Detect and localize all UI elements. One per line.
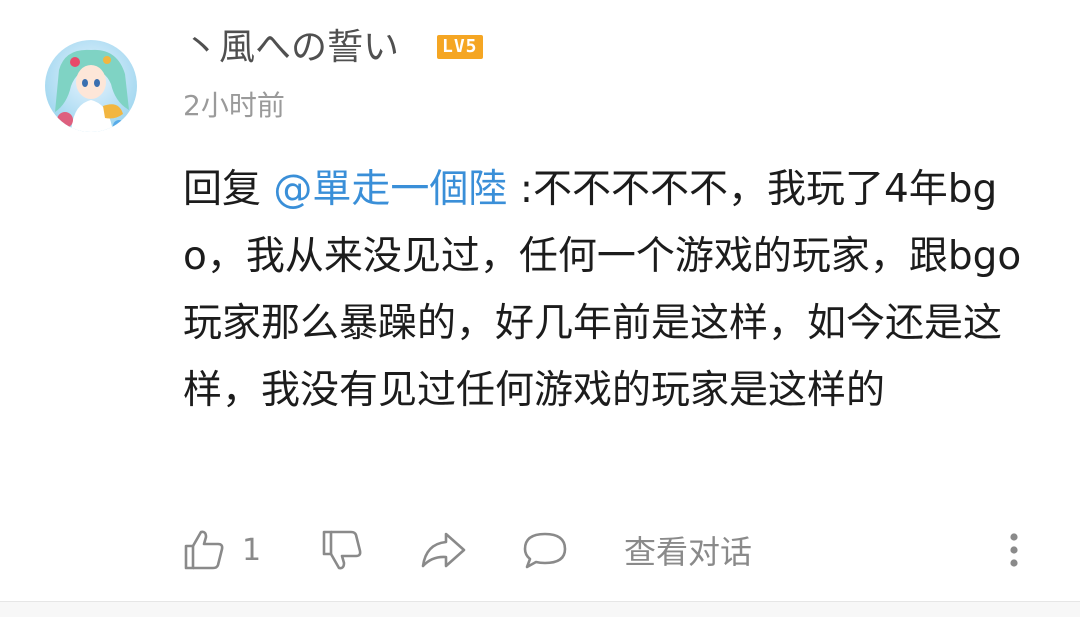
level-badge: LV5 (437, 35, 483, 59)
reply-button[interactable] (520, 520, 570, 580)
username[interactable]: 丶風への誓い (183, 26, 399, 70)
share-button[interactable] (418, 520, 468, 580)
like-count: 1 (242, 532, 262, 568)
share-icon (418, 526, 468, 574)
like-button[interactable]: 1 (180, 520, 261, 580)
dislike-button[interactable] (318, 520, 366, 580)
avatar-image (45, 40, 137, 132)
view-conversation-label: 查看对话 (624, 533, 753, 571)
more-options-button[interactable] (1000, 520, 1028, 580)
mention-link[interactable]: @單走一個陸 (273, 167, 507, 212)
avatar[interactable] (45, 40, 137, 132)
more-vertical-icon (1000, 526, 1028, 574)
thumbs-up-icon (180, 526, 228, 574)
comment-text: 回复 @單走一個陸 :不不不不不，我玩了4年bgo，我从来没见过，任何一个游戏的… (183, 156, 1053, 424)
comment-card: 丶風への誓い LV5 2小时前 回复 @單走一個陸 :不不不不不，我玩了4年bg… (0, 0, 1080, 617)
comment-bubble-icon (520, 526, 570, 574)
view-conversation-button[interactable]: 查看对话 (624, 520, 752, 580)
timestamp: 2小时前 (183, 89, 285, 122)
thumbs-down-icon (318, 526, 366, 574)
action-bar: 1 查看对话 (0, 520, 1080, 580)
reply-prefix: 回复 (183, 167, 274, 212)
bottom-strip (0, 602, 1080, 617)
